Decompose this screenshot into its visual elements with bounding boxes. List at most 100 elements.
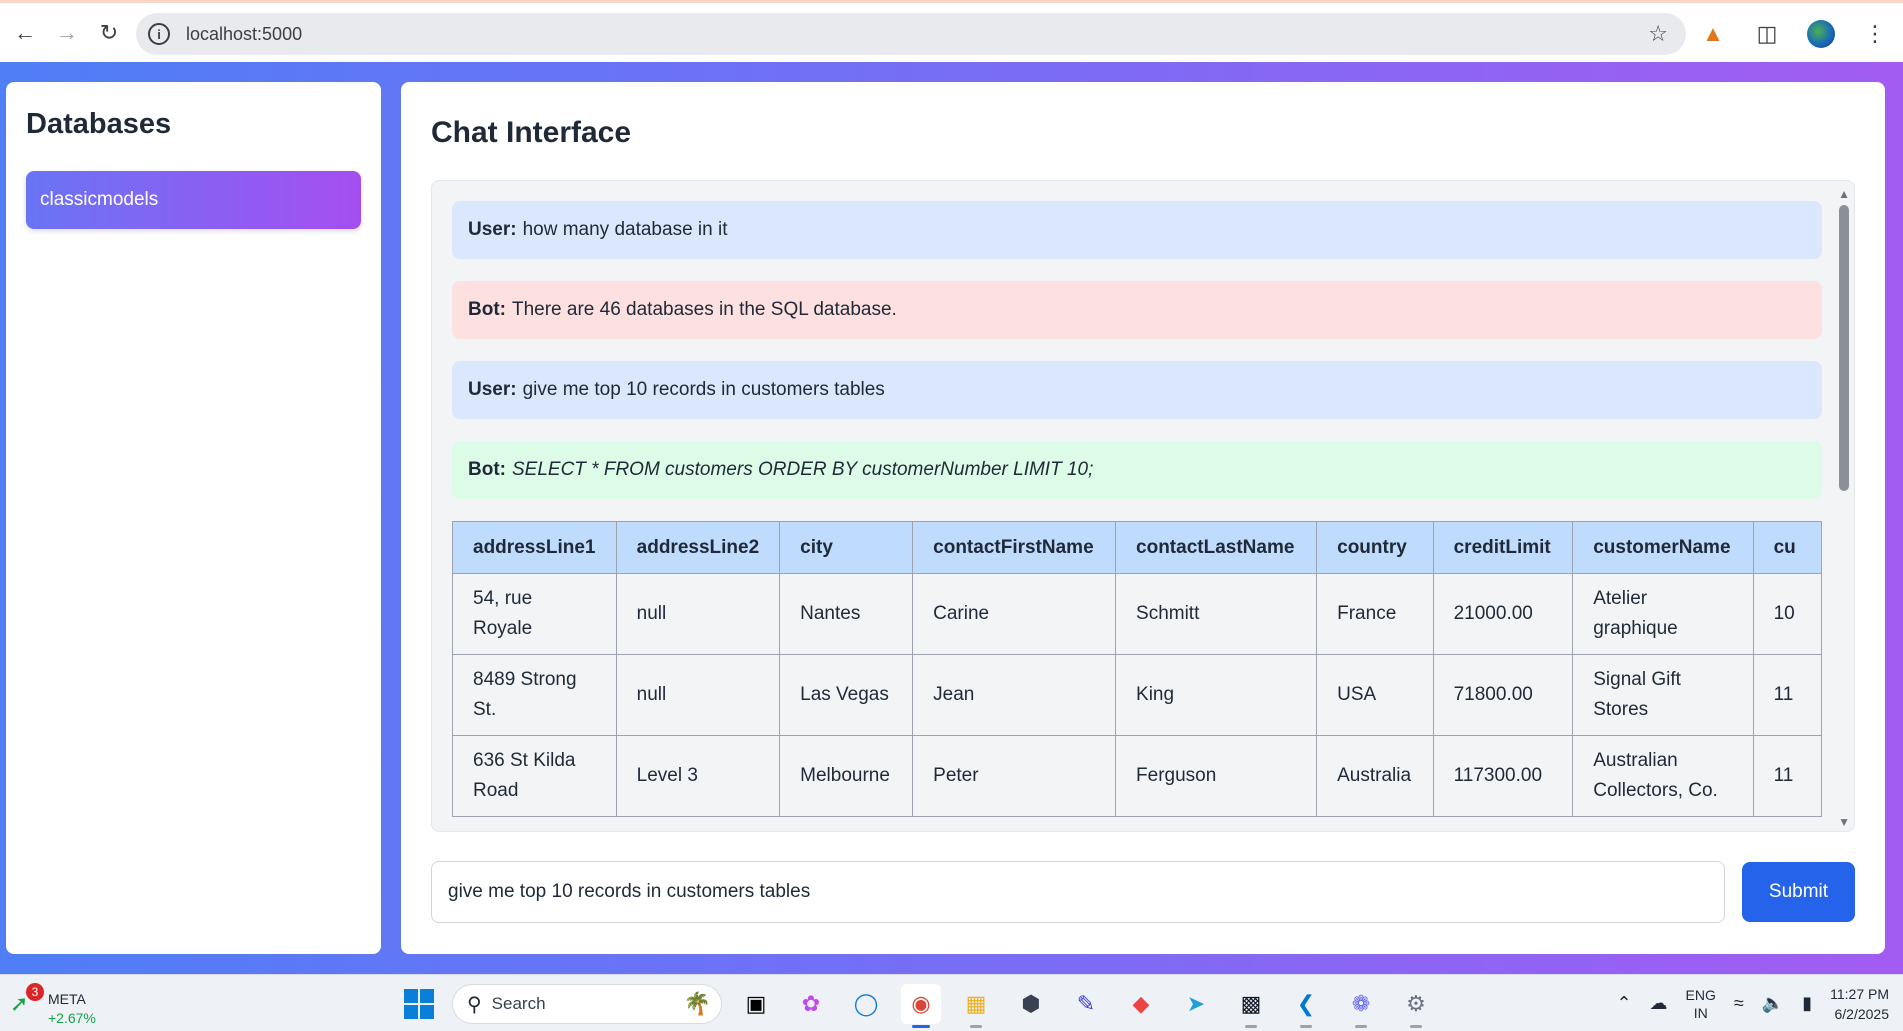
- search-icon: ⚲: [467, 993, 482, 1016]
- table-cell: 8489 Strong St.: [452, 654, 617, 736]
- message-speaker: User:: [468, 379, 517, 400]
- bot-sql-message: Bot: SELECT * FROM customers ORDER BY cu…: [452, 441, 1822, 499]
- column-header: contactLastName: [1115, 521, 1318, 574]
- site-info-icon[interactable]: i: [148, 23, 170, 45]
- battery-icon[interactable]: ▮: [1802, 993, 1812, 1014]
- wifi-icon[interactable]: ≈: [1734, 993, 1744, 1014]
- bookmark-star-icon[interactable]: ☆: [1648, 21, 1668, 47]
- table-cell: Jean: [912, 654, 1117, 736]
- table-cell: 10: [1752, 573, 1822, 655]
- scroll-down-arrow-icon[interactable]: ▼: [1838, 815, 1850, 829]
- message-text: give me top 10 records in customers tabl…: [522, 379, 885, 400]
- sidebar-title: Databases: [26, 108, 172, 140]
- system-tray: ⌃ ☁ ENG IN ≈ 🔈 ▮ 11:27 PM 6/2/2025: [1616, 975, 1889, 1031]
- back-arrow-icon[interactable]: ←: [4, 12, 46, 54]
- taskbar-search[interactable]: ⚲ Search 🌴: [452, 984, 722, 1024]
- scroll-up-arrow-icon[interactable]: ▲: [1838, 187, 1850, 201]
- copilot-icon[interactable]: ✿: [791, 984, 831, 1024]
- cube-app-icon[interactable]: ⬢: [1011, 984, 1051, 1024]
- table-row: 8489 Strong St. null Las Vegas Jean King…: [452, 654, 1822, 736]
- search-highlight-icon: 🌴: [683, 991, 711, 1016]
- table-cell: Carine: [912, 573, 1117, 655]
- stock-change: +2.67%: [48, 1010, 96, 1026]
- browser-toolbar: ← → ↻ i localhost:5000 ☆ ▲ ◫ ⋮: [0, 0, 1903, 62]
- sql-query-text: SELECT * FROM customers ORDER BY custome…: [511, 459, 1094, 480]
- chat-input-row: Submit: [431, 861, 1855, 923]
- message-speaker: Bot:: [468, 299, 506, 320]
- extension-area: ▲ ◫ ⋮: [1699, 13, 1903, 55]
- column-header: country: [1316, 521, 1434, 574]
- column-header: addressLine1: [452, 521, 617, 574]
- message-text: how many database in it: [522, 219, 728, 240]
- extensions-puzzle-icon[interactable]: ◫: [1753, 20, 1781, 48]
- dolphin-app-icon[interactable]: ❁: [1341, 984, 1381, 1028]
- chrome-browser-icon[interactable]: ◉: [901, 984, 941, 1028]
- table-cell: 636 St Kilda Road: [452, 735, 617, 817]
- table-cell: Level 3: [615, 735, 781, 817]
- app-background: Databases classicmodels Chat Interface U…: [0, 62, 1903, 974]
- scroll-thumb[interactable]: [1839, 205, 1849, 491]
- volume-icon[interactable]: 🔈: [1762, 993, 1784, 1014]
- table-cell: USA: [1316, 654, 1434, 736]
- browser-menu-icon[interactable]: ⋮: [1861, 20, 1889, 48]
- bot-message: Bot: There are 46 databases in the SQL d…: [452, 281, 1822, 339]
- results-table-wrapper[interactable]: addressLine1 addressLine2 city contactFi…: [452, 521, 1822, 817]
- message-speaker: User:: [468, 219, 517, 240]
- column-header: customerName: [1572, 521, 1754, 574]
- table-cell: null: [615, 573, 781, 655]
- notification-badge: 3: [26, 983, 44, 1001]
- settings-gear-icon[interactable]: ⚙: [1396, 984, 1436, 1028]
- table-cell: 71800.00: [1432, 654, 1574, 736]
- profile-avatar[interactable]: [1807, 20, 1835, 48]
- url-text[interactable]: localhost:5000: [186, 24, 302, 45]
- chat-panel: Chat Interface User: how many database i…: [401, 82, 1885, 954]
- table-cell: null: [615, 654, 781, 736]
- forward-arrow-icon[interactable]: →: [46, 12, 88, 54]
- table-cell: Australian Collectors, Co.: [1572, 735, 1754, 817]
- address-bar[interactable]: i localhost:5000 ☆: [136, 13, 1686, 55]
- table-cell: Signal Gift Stores: [1572, 654, 1754, 736]
- column-header: city: [779, 521, 914, 574]
- clock-date: 6/2/2025: [1834, 1005, 1890, 1022]
- windows-start-icon[interactable]: [404, 989, 434, 1019]
- notes-app-icon[interactable]: ✎: [1066, 984, 1106, 1024]
- metamask-fox-icon[interactable]: ▲: [1699, 20, 1727, 48]
- page-title: Chat Interface: [431, 116, 632, 149]
- chat-query-input[interactable]: [431, 861, 1725, 923]
- table-cell: Australia: [1316, 735, 1434, 817]
- vscode-icon[interactable]: ❮: [1286, 984, 1326, 1028]
- language-indicator[interactable]: ENG IN: [1686, 986, 1716, 1022]
- file-explorer-icon[interactable]: ▦: [956, 984, 996, 1028]
- task-view-icon[interactable]: ▣: [736, 984, 776, 1024]
- chevron-up-icon[interactable]: ⌃: [1616, 993, 1631, 1014]
- os-taskbar: ➚ 3 META +2.67% ⚲ Search 🌴 ▣ ✿ ◯ ◉ ▦ ⬢ ✎…: [0, 974, 1903, 1031]
- table-cell: Peter: [912, 735, 1117, 817]
- table-header-row: addressLine1 addressLine2 city contactFi…: [452, 521, 1822, 574]
- chat-scrollbar[interactable]: ▲ ▼: [1834, 181, 1854, 831]
- submit-button[interactable]: Submit: [1742, 862, 1855, 922]
- anydesk-icon[interactable]: ◆: [1121, 984, 1161, 1024]
- clock[interactable]: 11:27 PM 6/2/2025: [1830, 984, 1889, 1024]
- stock-widget[interactable]: ➚ 3 META +2.67%: [10, 983, 110, 1026]
- clock-time: 11:27 PM: [1830, 985, 1889, 1002]
- edge-browser-icon[interactable]: ◯: [846, 984, 886, 1024]
- sidebar-item-classicmodels[interactable]: classicmodels: [26, 171, 361, 229]
- table-cell: 11: [1752, 654, 1822, 736]
- table-cell: 54, rue Royale: [452, 573, 617, 655]
- region-code: IN: [1693, 1004, 1708, 1021]
- table-cell: Las Vegas: [779, 654, 914, 736]
- table-cell: Melbourne: [779, 735, 914, 817]
- table-cell: Schmitt: [1115, 573, 1318, 655]
- chat-history[interactable]: User: how many database in it Bot: There…: [431, 180, 1855, 832]
- terminal-icon[interactable]: ▩: [1231, 984, 1271, 1028]
- table-row: 636 St Kilda Road Level 3 Melbourne Pete…: [452, 735, 1822, 817]
- stock-ticker: META: [48, 991, 86, 1007]
- cloud-sync-icon[interactable]: ☁: [1650, 993, 1668, 1014]
- reload-icon[interactable]: ↻: [88, 12, 130, 54]
- column-header: contactFirstName: [912, 521, 1117, 574]
- telegram-icon[interactable]: ➤: [1176, 984, 1216, 1024]
- table-row: 54, rue Royale null Nantes Carine Schmit…: [452, 573, 1822, 655]
- table-cell: 11: [1752, 735, 1822, 817]
- table-cell: 117300.00: [1432, 735, 1574, 817]
- table-cell: Ferguson: [1115, 735, 1318, 817]
